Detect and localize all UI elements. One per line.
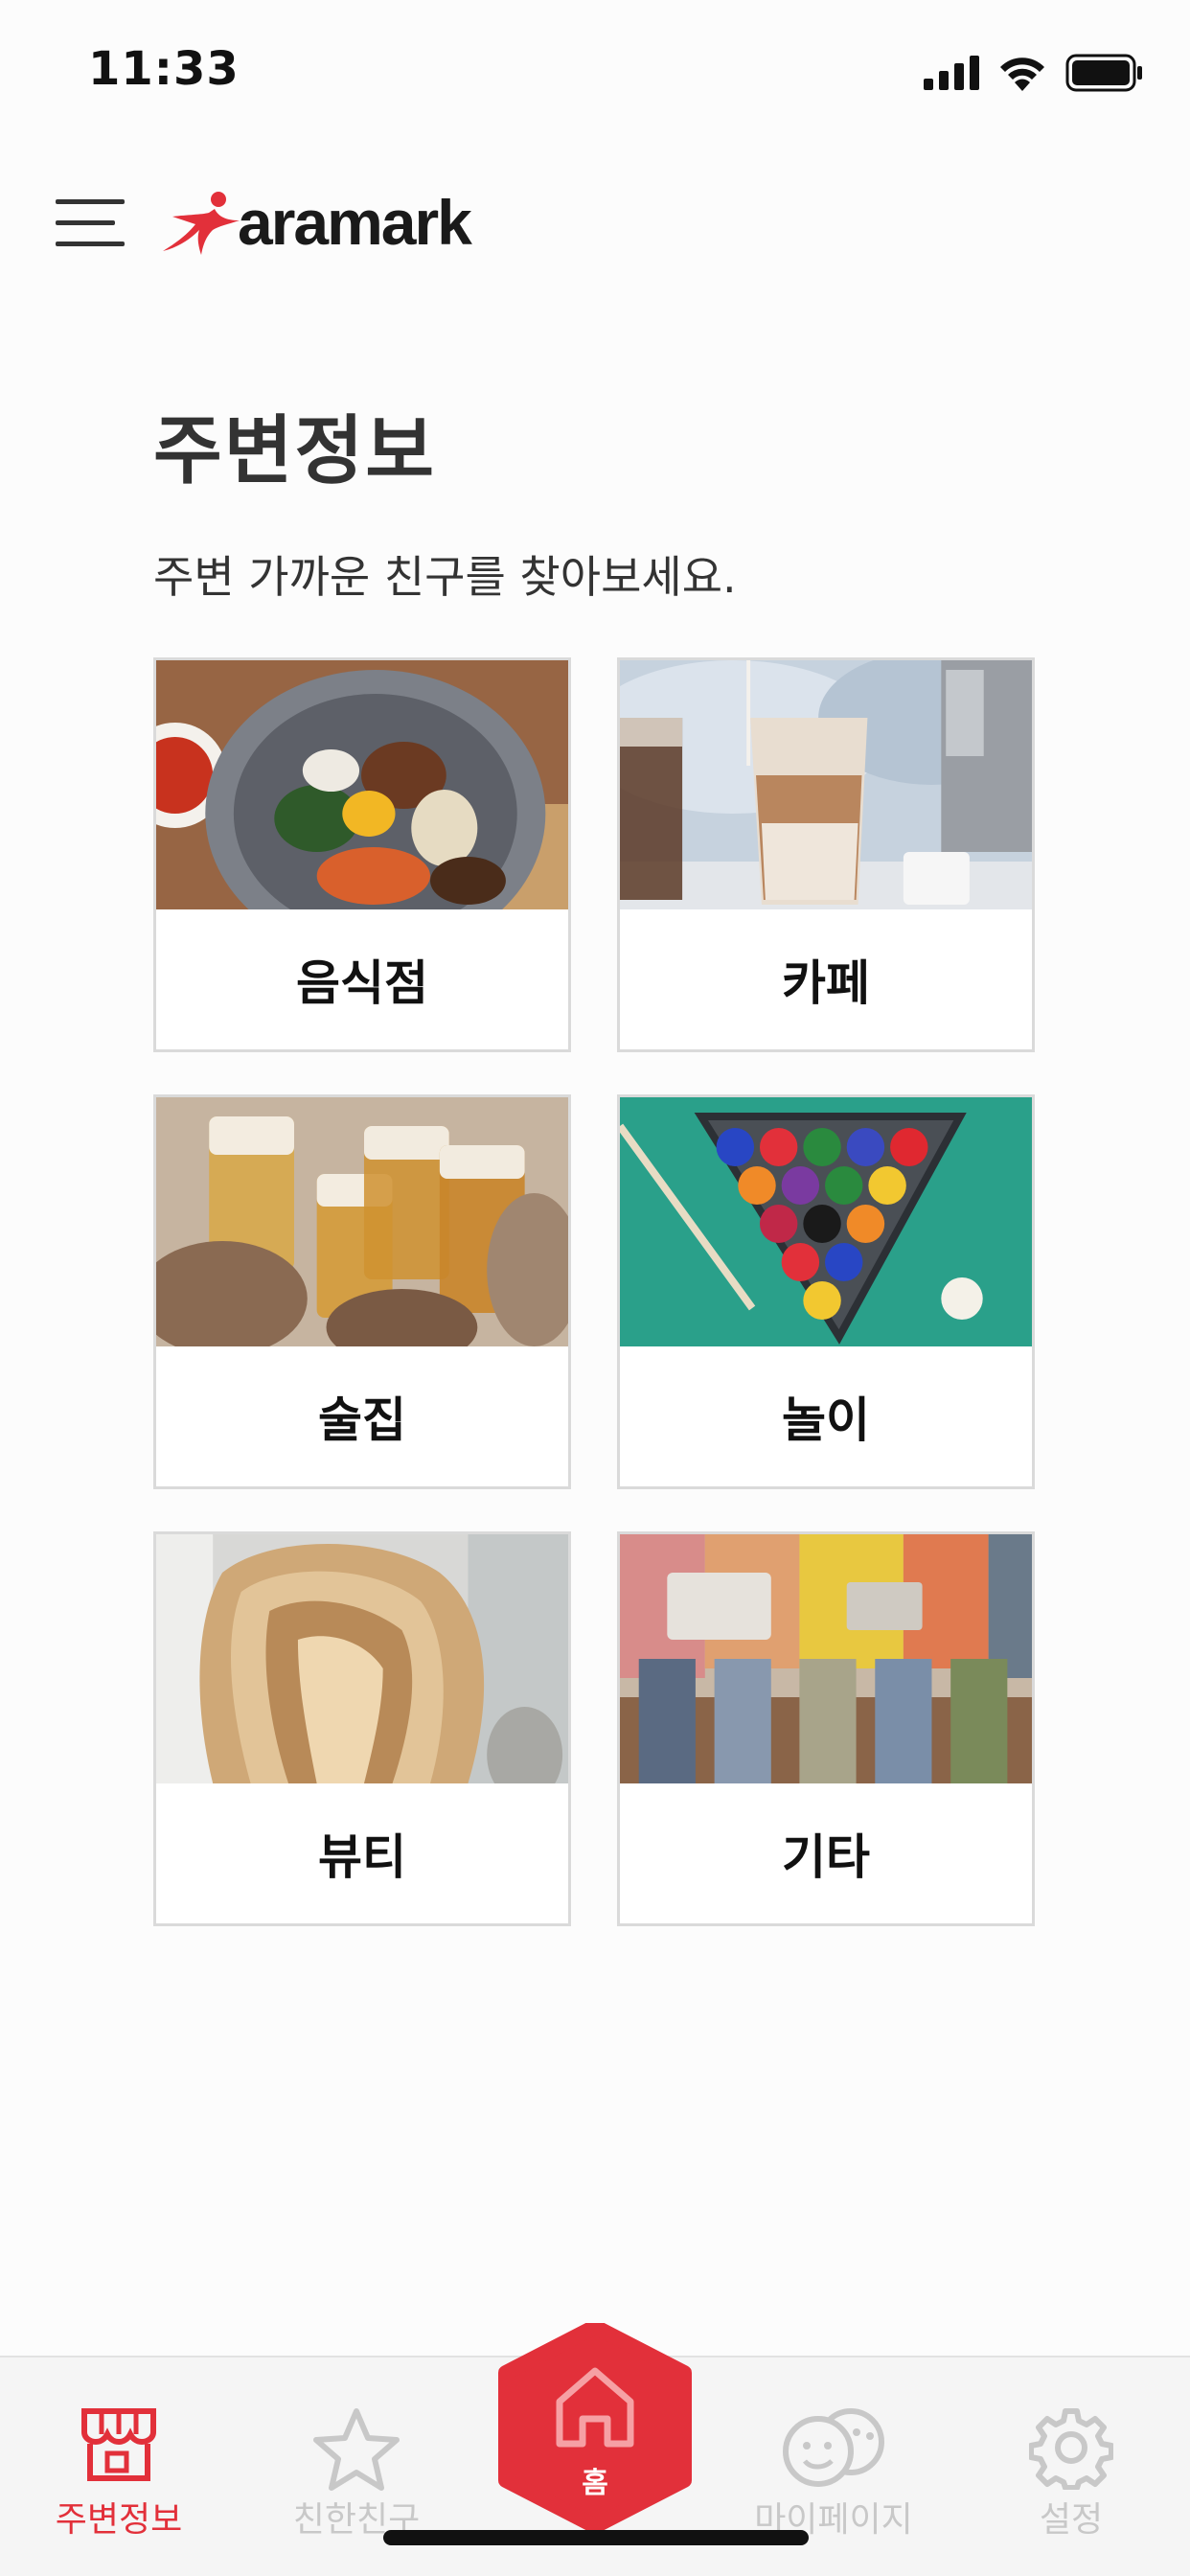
page-subtitle: 주변 가까운 친구를 찾아보세요. — [153, 551, 737, 603]
friends-photo — [620, 1534, 1032, 1783]
category-card-cafe[interactable]: 카페 — [617, 657, 1035, 1052]
storefront-icon — [81, 2408, 156, 2481]
home-label: 홈 — [582, 2467, 608, 2500]
bibimbap-photo — [156, 660, 568, 909]
category-label: 뷰티 — [318, 1829, 406, 1885]
nav-label: 설정 — [1039, 2500, 1104, 2540]
star-person-logo-icon — [163, 192, 240, 255]
category-card-restaurant[interactable]: 음식점 — [153, 657, 571, 1052]
hamburger-menu-button[interactable] — [52, 190, 126, 253]
category-grid: 음식점 카페 술집 놀이 뷰티 기타 — [153, 657, 1035, 1926]
category-label: 카페 — [782, 955, 870, 1011]
battery-icon — [1065, 54, 1142, 92]
home-indicator — [383, 2530, 809, 2545]
category-label: 기타 — [782, 1829, 870, 1885]
hair-photo — [156, 1534, 568, 1783]
aramark-logo: aramark — [159, 187, 472, 258]
signal-icon — [924, 56, 979, 90]
category-card-play[interactable]: 놀이 — [617, 1094, 1035, 1489]
menu-bar-icon — [56, 242, 125, 246]
status-bar: 11:33 — [0, 0, 1190, 144]
logo-text: aramark — [238, 187, 472, 258]
wifi-icon — [1000, 58, 1044, 91]
category-label: 술집 — [318, 1392, 406, 1448]
category-card-pub[interactable]: 술집 — [153, 1094, 571, 1489]
home-button[interactable]: 홈 — [496, 2319, 694, 2534]
nav-item-settings[interactable]: 설정 — [975, 2358, 1167, 2576]
gear-icon — [1029, 2408, 1113, 2490]
home-icon — [556, 2367, 634, 2448]
page-title: 주변정보 — [153, 408, 437, 494]
beer-toast-photo — [156, 1097, 568, 1346]
status-icons — [924, 52, 1144, 94]
star-icon — [313, 2408, 400, 2491]
status-time: 11:33 — [88, 42, 240, 96]
category-label: 음식점 — [296, 955, 428, 1011]
category-label: 놀이 — [782, 1392, 870, 1448]
iced-latte-photo — [620, 660, 1032, 909]
faces-icon — [783, 2408, 884, 2487]
nav-item-nearby[interactable]: 주변정보 — [23, 2358, 215, 2576]
nav-label: 주변정보 — [55, 2500, 183, 2540]
category-card-beauty[interactable]: 뷰티 — [153, 1531, 571, 1926]
menu-bar-icon — [56, 220, 115, 225]
menu-bar-icon — [56, 199, 125, 204]
category-card-etc[interactable]: 기타 — [617, 1531, 1035, 1926]
billiards-photo — [620, 1097, 1032, 1346]
